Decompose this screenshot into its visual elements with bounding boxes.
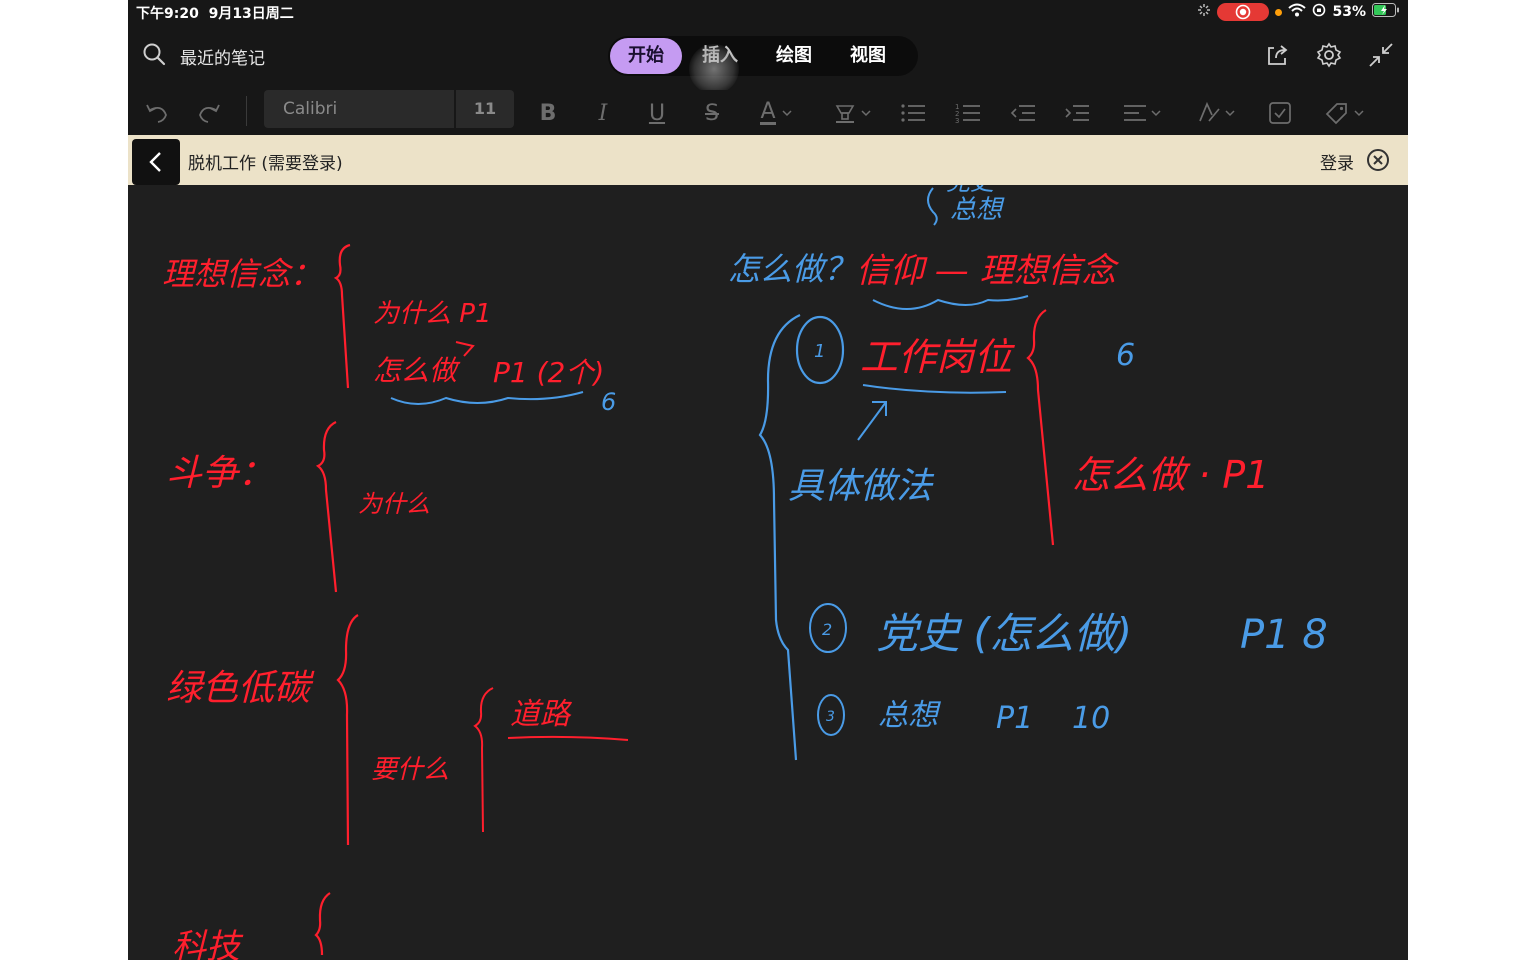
battery-percent: 53% bbox=[1332, 4, 1366, 20]
bold-icon: B bbox=[539, 100, 557, 126]
toolbar-divider bbox=[246, 96, 247, 126]
tab-home[interactable]: 开始 bbox=[610, 38, 682, 74]
mic-indicator-icon bbox=[1275, 8, 1283, 16]
status-time: 下午9:20 9月13日周二 bbox=[136, 3, 294, 23]
back-button[interactable] bbox=[132, 139, 180, 185]
svg-text:3: 3 bbox=[955, 117, 959, 124]
styles-button[interactable] bbox=[1192, 98, 1240, 128]
italic-icon: I bbox=[598, 100, 608, 126]
touch-pointer-indicator bbox=[689, 44, 739, 94]
align-button[interactable] bbox=[1118, 98, 1166, 128]
undo-icon[interactable] bbox=[142, 98, 172, 128]
chevron-down-icon bbox=[861, 110, 871, 117]
tab-view[interactable]: 视图 bbox=[832, 38, 904, 74]
font-color-icon: A bbox=[760, 98, 776, 125]
tag-icon bbox=[1325, 103, 1347, 125]
recent-notes-search[interactable]: 最近的笔记 bbox=[142, 42, 265, 71]
close-banner-icon[interactable] bbox=[1366, 148, 1390, 176]
todo-checkbox-icon[interactable] bbox=[1265, 98, 1295, 128]
italic-button[interactable]: I bbox=[588, 98, 618, 128]
date: 9月13日周二 bbox=[208, 6, 294, 22]
tag-button[interactable] bbox=[1320, 98, 1368, 128]
highlighter-icon bbox=[835, 105, 855, 123]
format-toolbar: Calibri 11 B I U S A 123 bbox=[128, 90, 1408, 135]
status-right: 53% bbox=[1197, 3, 1400, 21]
redo-icon[interactable] bbox=[194, 98, 224, 128]
font-name-select[interactable]: Calibri bbox=[264, 90, 454, 128]
wifi-icon bbox=[1288, 3, 1307, 21]
onenote-window: 下午9:20 9月13日周二 53% 最近的笔记 开始 绘图 视图 Calibr… bbox=[128, 0, 1408, 960]
share-icon[interactable] bbox=[1264, 42, 1290, 72]
chevron-left-icon bbox=[149, 152, 161, 172]
decrease-indent-icon[interactable] bbox=[1008, 98, 1038, 128]
tab-draw[interactable]: 绘图 bbox=[758, 38, 830, 74]
command-bar-right bbox=[1264, 42, 1394, 72]
orientation-lock-icon bbox=[1312, 3, 1326, 21]
activity-icon bbox=[1197, 3, 1211, 21]
styles-icon bbox=[1199, 101, 1220, 122]
chevron-down-icon bbox=[782, 110, 792, 117]
status-bar: 下午9:20 9月13日周二 53% bbox=[128, 0, 1408, 24]
settings-icon[interactable] bbox=[1316, 42, 1342, 72]
command-bar: 最近的笔记 开始 插入 绘图 视图 bbox=[128, 24, 1408, 94]
search-icon[interactable] bbox=[142, 42, 166, 71]
font-size-select[interactable]: 11 bbox=[456, 90, 514, 128]
align-left-icon bbox=[1124, 105, 1146, 121]
chevron-down-icon bbox=[1151, 110, 1161, 117]
ribbon-tabs: 开始 插入 绘图 视图 bbox=[608, 36, 918, 76]
offline-message: 脱机工作 (需要登录) bbox=[188, 154, 343, 174]
login-link[interactable]: 登录 bbox=[1320, 149, 1354, 174]
increase-indent-icon[interactable] bbox=[1062, 98, 1092, 128]
recent-notes-label[interactable]: 最近的笔记 bbox=[180, 44, 265, 69]
highlight-button[interactable] bbox=[828, 98, 876, 128]
underline-button[interactable]: U bbox=[642, 98, 672, 128]
font-color-button[interactable]: A bbox=[752, 98, 800, 128]
collapse-icon[interactable] bbox=[1368, 42, 1394, 72]
chevron-down-icon bbox=[1354, 110, 1364, 117]
underline-icon: U bbox=[648, 100, 666, 126]
strikethrough-icon: S bbox=[705, 100, 719, 126]
bullet-list-icon[interactable] bbox=[898, 98, 928, 128]
clock: 下午9:20 bbox=[136, 6, 199, 22]
battery-icon bbox=[1372, 3, 1400, 21]
strikethrough-button[interactable]: S bbox=[697, 98, 727, 128]
note-canvas[interactable] bbox=[128, 185, 1408, 960]
numbered-list-icon[interactable]: 123 bbox=[953, 98, 983, 128]
chevron-down-icon bbox=[1225, 110, 1235, 117]
bold-button[interactable]: B bbox=[533, 98, 563, 128]
offline-banner: 脱机工作 (需要登录) 登录 bbox=[128, 135, 1408, 185]
screen-recording-indicator[interactable] bbox=[1217, 3, 1270, 21]
